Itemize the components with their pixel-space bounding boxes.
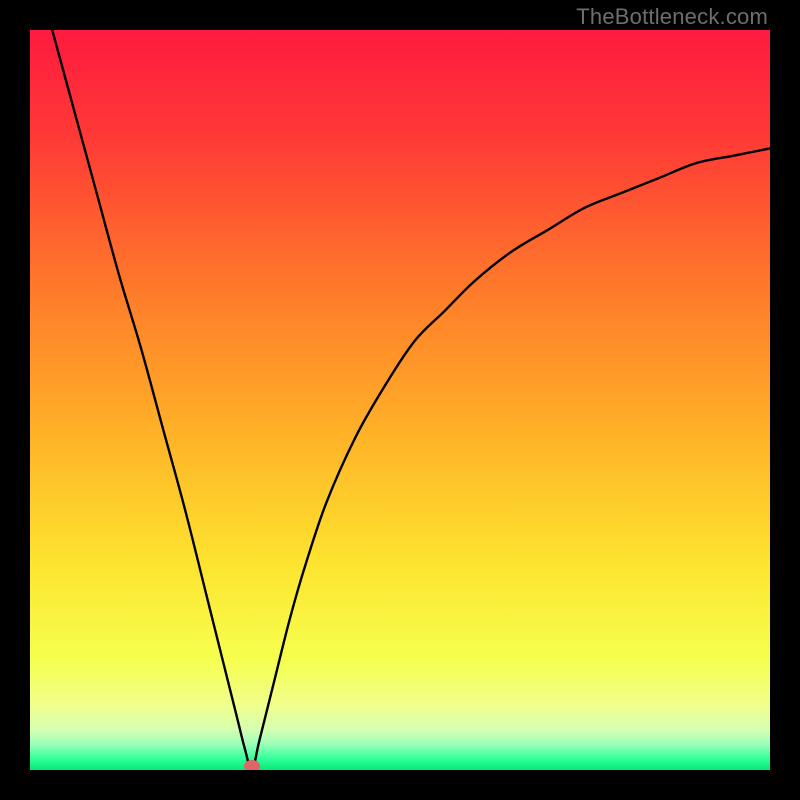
- gradient-background: [30, 30, 770, 770]
- chart-frame: TheBottleneck.com: [0, 0, 800, 800]
- bottleneck-chart: [30, 30, 770, 770]
- watermark-text: TheBottleneck.com: [576, 4, 768, 30]
- plot-area: [30, 30, 770, 770]
